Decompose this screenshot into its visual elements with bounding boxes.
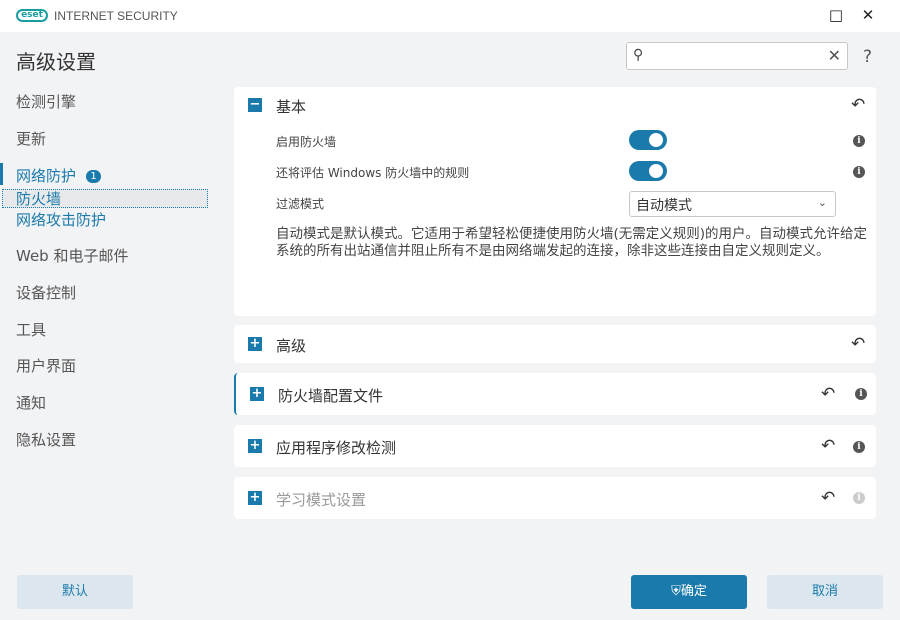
enable-firewall-label: 启用防火墙 xyxy=(276,133,336,150)
notification-badge: 1 xyxy=(86,170,101,183)
sidebar-item-notifications[interactable]: 通知 xyxy=(16,392,46,413)
cancel-button[interactable]: 取消 xyxy=(767,575,883,609)
section-title[interactable]: 应用程序修改检测 xyxy=(276,437,396,458)
chevron-down-icon: ⌄ xyxy=(818,196,827,209)
help-button[interactable]: ? xyxy=(863,47,872,67)
sidebar-item-label: 网络防护 xyxy=(16,167,76,185)
info-icon[interactable]: i xyxy=(853,135,865,147)
revert-icon[interactable]: ↶ xyxy=(821,384,835,404)
filter-mode-label: 过滤模式 xyxy=(276,195,324,212)
sidebar-item-tools[interactable]: 工具 xyxy=(16,319,46,340)
expand-icon[interactable]: + xyxy=(248,491,262,505)
page-title: 高级设置 xyxy=(16,46,96,75)
sidebar-item-privacy[interactable]: 隐私设置 xyxy=(16,429,76,450)
info-icon: i xyxy=(853,492,865,504)
search-icon: ⚲ xyxy=(633,47,643,63)
sidebar-item-detection-engine[interactable]: 检测引擎 xyxy=(16,91,76,112)
filter-mode-select[interactable]: 自动模式 ⌄ xyxy=(629,191,836,217)
evaluate-windows-rules-toggle[interactable] xyxy=(629,161,667,181)
section-firewall-profiles[interactable]: + 防火墙配置文件 ↶ i xyxy=(234,373,876,415)
revert-icon[interactable]: ↶ xyxy=(821,436,835,456)
ok-button[interactable]: ⛨确定 xyxy=(631,575,747,609)
revert-icon[interactable]: ↶ xyxy=(851,334,865,354)
ok-label: 确定 xyxy=(681,584,707,599)
sidebar-item-device-control[interactable]: 设备控制 xyxy=(16,282,76,303)
revert-icon[interactable]: ↶ xyxy=(851,95,865,115)
sidebar-item-firewall[interactable]: 防火墙 xyxy=(16,188,61,209)
eset-logo: eset xyxy=(16,9,48,22)
info-icon[interactable]: i xyxy=(853,166,865,178)
sidebar-item-user-interface[interactable]: 用户界面 xyxy=(16,355,76,376)
expand-icon[interactable]: + xyxy=(248,439,262,453)
default-button[interactable]: 默认 xyxy=(17,575,133,609)
filter-mode-value: 自动模式 xyxy=(636,198,692,214)
expand-icon[interactable]: + xyxy=(248,337,262,351)
section-title[interactable]: 防火墙配置文件 xyxy=(278,385,383,406)
info-icon[interactable]: i xyxy=(855,388,867,400)
section-advanced[interactable]: + 高级 ↶ xyxy=(234,325,876,363)
info-icon[interactable]: i xyxy=(853,441,865,453)
clear-search-icon[interactable]: ✕ xyxy=(828,46,841,65)
close-button[interactable]: ✕ xyxy=(858,6,878,24)
sidebar-item-update[interactable]: 更新 xyxy=(16,128,46,149)
sidebar-item-network-attack-protection[interactable]: 网络攻击防护 xyxy=(16,209,106,230)
section-title[interactable]: 高级 xyxy=(276,335,306,356)
active-indicator xyxy=(0,163,3,185)
revert-icon[interactable]: ↶ xyxy=(821,488,835,508)
section-app-modification-detection[interactable]: + 应用程序修改检测 ↶ i xyxy=(234,425,876,467)
expand-icon[interactable]: + xyxy=(250,387,264,401)
enable-firewall-toggle[interactable] xyxy=(629,130,667,150)
sidebar-item-web-email[interactable]: Web 和电子邮件 xyxy=(16,245,128,266)
section-title[interactable]: 基本 xyxy=(276,96,306,117)
app-title: INTERNET SECURITY xyxy=(54,9,178,23)
shield-icon: ⛨ xyxy=(671,584,681,599)
section-title[interactable]: 学习模式设置 xyxy=(276,489,366,510)
sidebar-item-network-protection[interactable]: 网络防护 1 xyxy=(16,165,101,186)
section-learning-mode[interactable]: + 学习模式设置 ↶ i xyxy=(234,477,876,519)
evaluate-windows-rules-label: 还将评估 Windows 防火墙中的规则 xyxy=(276,164,469,181)
search-input[interactable]: ⚲ ✕ xyxy=(626,42,848,70)
filter-mode-description: 自动模式是默认模式。它适用于希望轻松便捷使用防火墙(无需定义规则)的用户。自动模… xyxy=(276,226,871,260)
maximize-button[interactable]: □ xyxy=(826,6,846,24)
collapse-icon[interactable]: − xyxy=(248,98,262,112)
section-basic: − 基本 ↶ 启用防火墙 i 还将评估 Windows 防火墙中的规则 i 过滤… xyxy=(234,87,876,316)
title-bar: eset INTERNET SECURITY □ ✕ xyxy=(0,0,900,32)
